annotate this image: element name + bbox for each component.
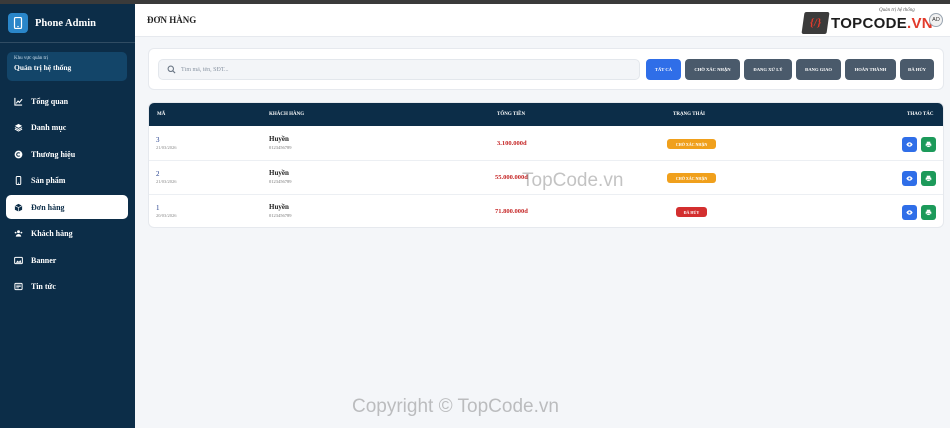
order-total: 71.800.000đ <box>495 208 528 215</box>
filter-processing-button[interactable]: Đang xử lý <box>744 59 792 80</box>
sidebar-item-products[interactable]: Sản phẩm <box>6 169 128 193</box>
table-row[interactable]: 3 21/03/2026 Huyền 0123456789 3.100.000đ… <box>149 127 943 161</box>
layers-icon <box>14 123 23 132</box>
column-status: Trạng thái <box>673 112 705 117</box>
filter-shipping-button[interactable]: Đang giao <box>796 59 841 80</box>
order-total: 3.100.000đ <box>497 140 527 147</box>
topcode-logo-mark: {/} <box>801 12 830 34</box>
view-button[interactable] <box>902 137 917 152</box>
customer-phone: 0123456789 <box>269 179 292 184</box>
order-id[interactable]: 1 <box>156 204 160 212</box>
topcode-logo-text: TOPCODE.VN <box>831 14 933 32</box>
customer-name: Huyền <box>269 203 289 211</box>
sidebar-item-label: Sản phẩm <box>31 176 66 185</box>
eye-icon <box>906 176 913 181</box>
filter-all-button[interactable]: Tất cả <box>646 59 681 80</box>
copyright-icon <box>14 150 23 159</box>
users-icon <box>14 229 23 238</box>
sidebar-item-label: Tổng quan <box>31 96 69 106</box>
sidebar-item-orders[interactable]: Đơn hàng <box>6 195 128 219</box>
order-id[interactable]: 3 <box>156 136 160 144</box>
sidebar-item-news[interactable]: Tin tức <box>6 275 128 299</box>
order-id[interactable]: 2 <box>156 170 160 178</box>
eye-icon <box>906 142 913 147</box>
sidebar-item-customers[interactable]: Khách hàng <box>6 222 128 246</box>
topcode-slogan: Quản trị hệ thống <box>879 8 915 13</box>
print-icon <box>925 209 932 216</box>
filter-pending-button[interactable]: Chờ xác nhận <box>685 59 740 80</box>
brand[interactable]: Phone Admin <box>0 4 135 42</box>
avatar[interactable]: AD <box>929 13 943 27</box>
sidebar-item-label: Tin tức <box>31 282 56 291</box>
customer-phone: 0123456789 <box>269 213 292 218</box>
area-title: Quản trị hệ thống <box>14 63 72 72</box>
column-customer: Khách hàng <box>269 112 305 117</box>
column-actions: Thao tác <box>907 112 934 117</box>
column-total: Tổng tiền <box>497 112 526 117</box>
table-row[interactable]: 1 20/03/2026 Huyền 0123456789 71.800.000… <box>149 195 943 227</box>
view-button[interactable] <box>902 205 917 220</box>
search-input[interactable] <box>181 66 621 73</box>
print-button[interactable] <box>921 171 936 186</box>
table-header: Mã Khách hàng Tổng tiền Trạng thái Thao … <box>149 103 943 126</box>
print-button[interactable] <box>921 137 936 152</box>
eye-icon <box>906 210 913 215</box>
sidebar-item-label: Khách hàng <box>31 229 73 238</box>
print-icon <box>925 175 932 182</box>
sidebar-item-banner[interactable]: Banner <box>6 248 128 272</box>
sidebar-item-categories[interactable]: Danh mục <box>6 116 128 140</box>
area-subtitle: Khu vực quản trị <box>14 56 48 61</box>
sidebar-divider <box>0 42 135 43</box>
customer-name: Huyền <box>269 135 289 143</box>
image-icon <box>14 256 23 265</box>
sidebar-item-label: Danh mục <box>31 123 67 132</box>
search-icon <box>167 61 176 79</box>
status-badge: Chờ xác nhận <box>667 139 716 149</box>
orders-table: Mã Khách hàng Tổng tiền Trạng thái Thao … <box>148 102 944 228</box>
filter-completed-button[interactable]: Hoàn thành <box>845 59 896 80</box>
mobile-icon <box>8 13 28 33</box>
topcode-logo: {/} TOPCODE.VN Quản trị hệ thống <box>801 8 933 34</box>
sidebar-item-label: Đơn hàng <box>31 202 65 212</box>
print-button[interactable] <box>921 205 936 220</box>
watermark-center: TopCode.vn <box>522 170 624 191</box>
brand-name: Phone Admin <box>35 17 96 29</box>
newspaper-icon <box>14 282 23 291</box>
sidebar: Phone Admin Khu vực quản trị Quản trị hệ… <box>0 4 135 428</box>
sidebar-item-dashboard[interactable]: Tổng quan <box>6 89 128 113</box>
status-badge: Chờ xác nhận <box>667 173 716 183</box>
customer-phone: 0123456789 <box>269 145 292 150</box>
sidebar-item-label: Banner <box>31 255 57 265</box>
chart-line-icon <box>14 97 23 106</box>
watermark-copyright: Copyright © TopCode.vn <box>352 396 559 417</box>
sidebar-nav: Tổng quan Danh mục Thương hiệu Sản phẩm … <box>0 89 135 299</box>
print-icon <box>925 141 932 148</box>
box-icon <box>14 203 23 212</box>
sidebar-item-label: Thương hiệu <box>31 149 76 159</box>
order-date: 21/03/2026 <box>156 179 177 184</box>
search-box[interactable] <box>158 59 640 80</box>
admin-area-box: Khu vực quản trị Quản trị hệ thống <box>7 52 127 81</box>
status-badge: Đã hủy <box>676 207 707 217</box>
top-header: ĐƠN HÀNG {/} TOPCODE.VN Quản trị hệ thốn… <box>135 4 950 37</box>
sidebar-item-brands[interactable]: Thương hiệu <box>6 142 128 166</box>
filter-card: Tất cả Chờ xác nhận Đang xử lý Đang giao… <box>148 48 944 90</box>
mobile-icon <box>14 176 23 185</box>
view-button[interactable] <box>902 171 917 186</box>
order-date: 21/03/2026 <box>156 145 177 150</box>
filter-cancelled-button[interactable]: Đã hủy <box>900 59 934 80</box>
page-title: ĐƠN HÀNG <box>147 15 197 25</box>
customer-name: Huyền <box>269 169 289 177</box>
column-id: Mã <box>157 112 166 117</box>
order-date: 20/03/2026 <box>156 213 177 218</box>
